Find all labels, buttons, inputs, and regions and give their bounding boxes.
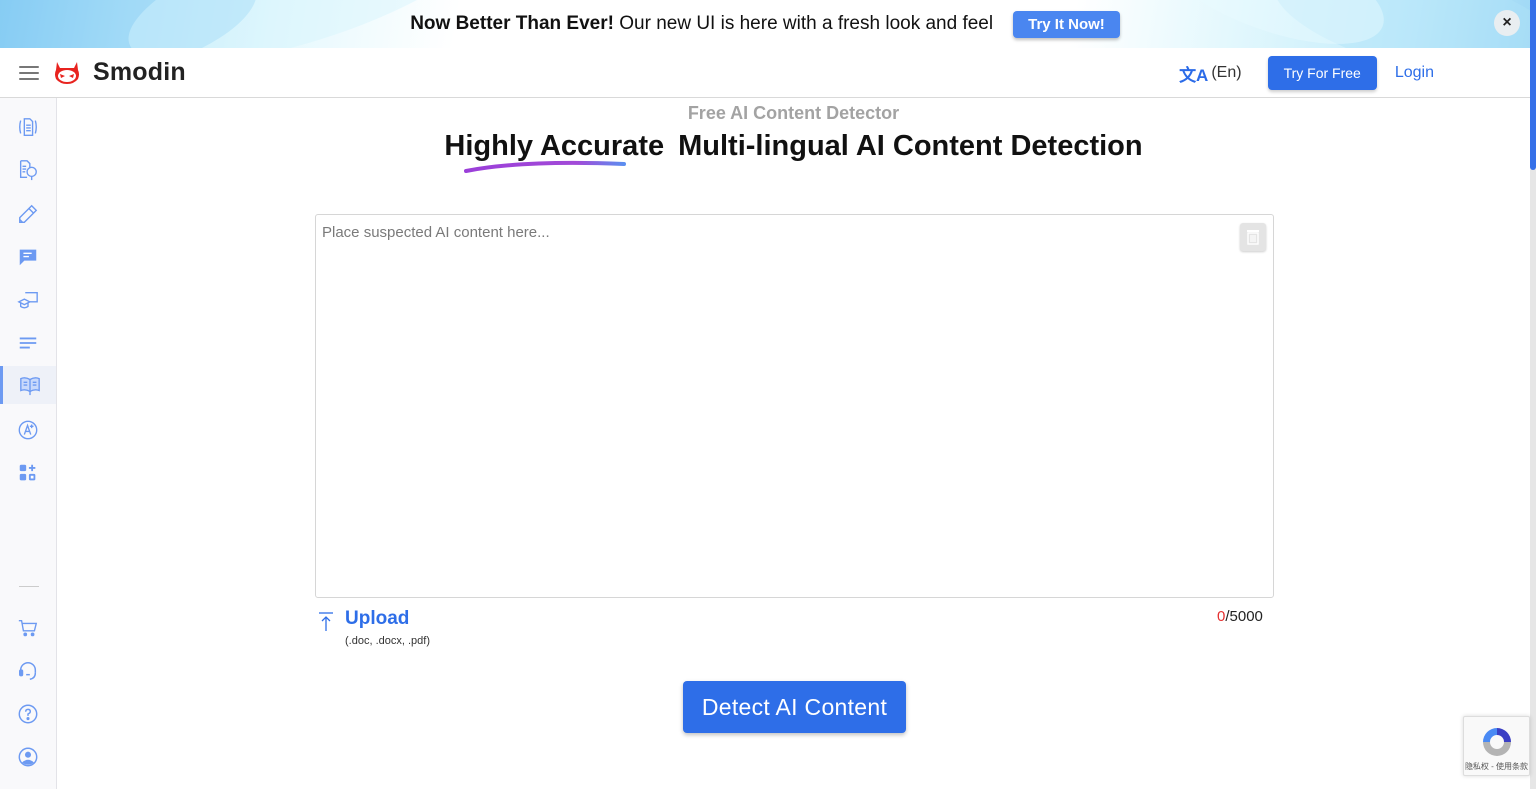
upload-file-types: (.doc, .docx, .pdf): [345, 635, 430, 647]
document-search-icon: [19, 160, 37, 181]
book-detector-icon: [19, 377, 40, 396]
trash-icon: [1247, 230, 1259, 245]
sidebar-item-homework[interactable]: [0, 281, 56, 319]
detect-ai-content-button[interactable]: Detect AI Content: [683, 681, 906, 733]
sidebar-item-account[interactable]: [0, 738, 56, 776]
top-header: Smodin 文A (En) Try For Free Login: [0, 48, 1530, 98]
sidebar-item-ai-detector[interactable]: [0, 366, 56, 404]
chat-icon: [19, 249, 37, 266]
recaptcha-icon: [1483, 728, 1511, 756]
headline-highlight: Highly Accurate: [444, 130, 665, 173]
sidebar-nav: [0, 98, 57, 789]
language-label: (En): [1211, 64, 1242, 81]
sidebar-item-more-apps[interactable]: [0, 454, 56, 492]
banner-text: Our new UI is here with a fresh look and…: [613, 13, 994, 34]
smodin-logo-icon[interactable]: [53, 61, 81, 85]
banner-message: Now Better Than Ever! Our new UI is here…: [410, 13, 993, 35]
language-selector[interactable]: 文A (En): [1179, 61, 1242, 86]
upload-label: Upload: [345, 608, 410, 629]
sidebar-item-cart[interactable]: [0, 609, 56, 647]
login-link[interactable]: Login: [1395, 64, 1434, 82]
menu-toggle-button[interactable]: [19, 65, 39, 80]
lines-icon: [19, 337, 37, 349]
grade-a-plus-icon: [18, 420, 38, 440]
hamburger-icon-line: [19, 71, 39, 74]
page-scrollbar[interactable]: [1530, 0, 1536, 789]
clear-text-button[interactable]: [1240, 223, 1266, 251]
hamburger-icon-line: [19, 65, 39, 68]
apps-plus-icon: [19, 464, 36, 481]
cart-icon: [18, 619, 38, 637]
sidebar-item-grader[interactable]: [0, 411, 56, 449]
close-icon: ×: [1502, 14, 1512, 31]
ai-content-input[interactable]: [316, 215, 1273, 597]
try-it-now-button[interactable]: Try It Now!: [1013, 10, 1120, 38]
upload-icon: [319, 612, 333, 631]
document-rewrite-icon: [19, 118, 37, 136]
banner-headline: Now Better Than Ever!: [410, 13, 614, 34]
announcement-banner: Now Better Than Ever! Our new UI is here…: [0, 0, 1530, 48]
brand-name[interactable]: Smodin: [93, 58, 186, 87]
pen-icon: [19, 204, 38, 223]
scrollbar-thumb[interactable]: [1530, 0, 1536, 170]
main-content: Free AI Content Detector Highly Accurate…: [57, 98, 1530, 789]
page-subtitle: Free AI Content Detector: [687, 103, 900, 123]
sidebar-item-writer[interactable]: [0, 195, 56, 233]
upload-button[interactable]: Upload: [317, 608, 409, 633]
sidebar-item-summarizer[interactable]: [0, 324, 56, 362]
sidebar-item-chat[interactable]: [0, 238, 56, 276]
sidebar-item-plagiarism-checker[interactable]: [0, 151, 56, 189]
sidebar-item-help[interactable]: [0, 695, 56, 733]
character-counter: 0/5000: [1217, 608, 1263, 625]
close-banner-button[interactable]: ×: [1494, 10, 1520, 36]
character-count-max: 5000: [1229, 608, 1263, 625]
recaptcha-badge[interactable]: 隐私权 - 使用条款: [1463, 716, 1530, 776]
translate-icon: 文A: [1179, 65, 1209, 85]
recaptcha-terms: 隐私权 - 使用条款: [1464, 762, 1529, 771]
hamburger-icon-line: [19, 77, 39, 80]
graduation-board-icon: [17, 291, 38, 309]
help-icon: [18, 704, 38, 724]
sidebar-item-rewriter[interactable]: [0, 108, 56, 146]
headline-highlight-text: Highly Accurate: [444, 130, 665, 162]
headset-icon: [19, 662, 37, 680]
try-for-free-button[interactable]: Try For Free: [1267, 56, 1377, 90]
sidebar-item-support[interactable]: [0, 652, 56, 690]
content-editor: [315, 214, 1274, 598]
highlight-underline-decoration: [464, 160, 627, 173]
user-icon: [18, 747, 38, 767]
page-title: Highly Accurate Multi-lingual AI Content…: [57, 130, 1530, 173]
sidebar-divider: [19, 586, 39, 587]
headline-rest: Multi-lingual AI Content Detection: [678, 130, 1143, 162]
